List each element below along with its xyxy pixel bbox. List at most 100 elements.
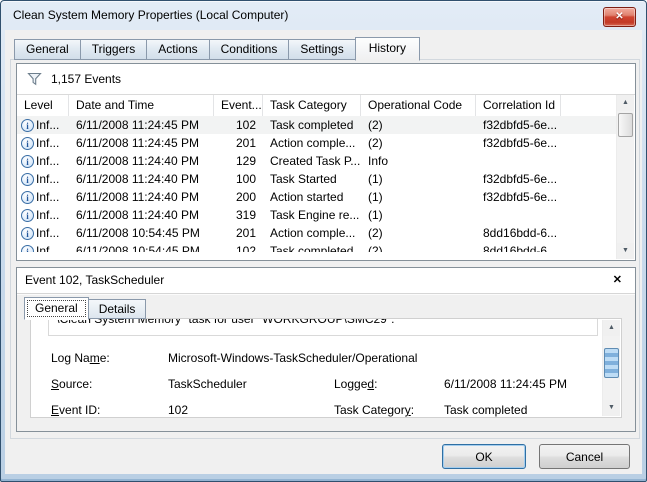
- detail-tab-details[interactable]: Details: [88, 299, 147, 319]
- column-header-task-category[interactable]: Task Category: [263, 95, 361, 116]
- log-name-label: Log Name:: [51, 345, 110, 371]
- event-opcode-cell: (2): [361, 134, 476, 152]
- event-datetime-cell: 6/11/2008 11:24:40 PM: [69, 206, 214, 224]
- event-category-cell: Task Engine re...: [263, 206, 361, 224]
- detail-scroll-down-icon[interactable]: ▼: [603, 400, 620, 416]
- event-opcode-cell: (2): [361, 116, 476, 134]
- event-row[interactable]: iInf... 6/11/2008 10:54:45 PM 102 Task c…: [17, 242, 617, 252]
- events-list-header: Level Date and Time Event... Task Catego…: [17, 95, 617, 116]
- event-correlation-cell: 8dd16bdd-6...: [476, 242, 561, 252]
- detail-tab-general[interactable]: General: [24, 297, 89, 320]
- event-level-text: Inf...: [36, 224, 59, 242]
- logged-label: Logged:: [334, 371, 377, 397]
- tab-settings[interactable]: Settings: [288, 39, 355, 60]
- task-category-value: Task completed: [444, 397, 527, 423]
- tab-triggers[interactable]: Triggers: [80, 39, 148, 60]
- event-row[interactable]: iInf... 6/11/2008 11:24:45 PM 102 Task c…: [17, 116, 617, 134]
- events-scrollbar[interactable]: ▲ ▼: [616, 95, 634, 259]
- event-category-cell: Created Task P...: [263, 152, 361, 170]
- column-header-correlation-id[interactable]: Correlation Id: [476, 95, 561, 116]
- scroll-down-icon[interactable]: ▼: [617, 243, 634, 259]
- scroll-up-icon[interactable]: ▲: [617, 95, 634, 111]
- event-datetime-cell: 6/11/2008 11:24:40 PM: [69, 152, 214, 170]
- tab-history[interactable]: History: [355, 37, 420, 61]
- detail-row-eventid-category: Event ID: 102 Task Category: Task comple…: [51, 397, 591, 423]
- event-id-label: Event ID:: [51, 397, 100, 423]
- dialog-window: Clean System Memory Properties (Local Co…: [0, 0, 647, 482]
- close-icon: ✕: [604, 9, 635, 25]
- ok-button[interactable]: OK: [442, 444, 526, 469]
- event-detail-general-content: "\Clean System Memory" task for user "WO…: [30, 318, 622, 418]
- event-row[interactable]: iInf... 6/11/2008 11:24:40 PM 100 Task S…: [17, 170, 617, 188]
- event-id-value: 102: [168, 397, 188, 423]
- close-button[interactable]: ✕: [603, 7, 636, 27]
- event-category-cell: Action comple...: [263, 134, 361, 152]
- event-correlation-cell: f32dbfd5-6e...: [476, 188, 561, 206]
- detail-close-icon[interactable]: ✕: [613, 268, 622, 293]
- tab-label: General: [26, 42, 69, 56]
- dialog-client-area: General Triggers Actions Conditions Sett…: [5, 30, 642, 474]
- column-header-date-and-time[interactable]: Date and Time: [69, 95, 214, 116]
- event-id-cell: 129: [214, 152, 263, 170]
- column-header-event-id[interactable]: Event...: [214, 95, 263, 116]
- event-correlation-cell: f32dbfd5-6e...: [476, 134, 561, 152]
- events-panel: 1,157 Events Level Date and Time Event..…: [16, 63, 636, 261]
- events-scroll-thumb[interactable]: [618, 113, 633, 137]
- event-detail-title: Event 102, TaskScheduler: [25, 268, 164, 293]
- event-row[interactable]: iInf... 6/11/2008 11:24:40 PM 200 Action…: [17, 188, 617, 206]
- information-icon: i: [21, 245, 34, 253]
- event-row[interactable]: iInf... 6/11/2008 11:24:45 PM 201 Action…: [17, 134, 617, 152]
- event-id-cell: 102: [214, 116, 263, 134]
- information-icon: i: [21, 173, 34, 186]
- information-icon: i: [21, 227, 34, 240]
- detail-scrollbar[interactable]: ▲ ▼: [602, 320, 620, 416]
- event-row[interactable]: iInf... 6/11/2008 11:24:40 PM 319 Task E…: [17, 206, 617, 224]
- detail-scroll-thumb[interactable]: [604, 348, 619, 378]
- column-header-filler: [561, 95, 617, 116]
- tab-label: Triggers: [92, 42, 136, 56]
- event-id-cell: 201: [214, 134, 263, 152]
- event-correlation-cell: [476, 152, 561, 170]
- event-datetime-cell: 6/11/2008 11:24:45 PM: [69, 134, 214, 152]
- event-opcode-cell: (1): [361, 206, 476, 224]
- event-detail-pane: Event 102, TaskScheduler ✕ General Detai…: [16, 267, 636, 432]
- event-category-cell: Task completed: [263, 116, 361, 134]
- tab-conditions[interactable]: Conditions: [209, 39, 290, 60]
- event-level-text: Inf...: [36, 134, 59, 152]
- event-correlation-cell: f32dbfd5-6e...: [476, 170, 561, 188]
- event-opcode-cell: Info: [361, 152, 476, 170]
- event-datetime-cell: 6/11/2008 11:24:40 PM: [69, 170, 214, 188]
- cancel-button[interactable]: Cancel: [539, 444, 630, 469]
- tab-label: Actions: [158, 42, 197, 56]
- filter-funnel-icon: [27, 72, 42, 86]
- detail-tab-strip: General Details: [24, 297, 145, 319]
- event-opcode-cell: (2): [361, 242, 476, 252]
- event-row[interactable]: iInf... 6/11/2008 11:24:40 PM 129 Create…: [17, 152, 617, 170]
- tab-actions[interactable]: Actions: [146, 39, 209, 60]
- logged-value: 6/11/2008 11:24:45 PM: [444, 371, 567, 397]
- column-header-level[interactable]: Level: [17, 95, 69, 116]
- column-header-operational-code[interactable]: Operational Code: [361, 95, 476, 116]
- event-level-cell: iInf...: [17, 170, 69, 188]
- task-category-label: Task Category:: [334, 397, 414, 423]
- event-detail-header: Event 102, TaskScheduler ✕: [17, 268, 635, 294]
- event-datetime-cell: 6/11/2008 11:24:40 PM: [69, 188, 214, 206]
- tab-label: Settings: [300, 42, 343, 56]
- detail-row-log-name: Log Name: Microsoft-Windows-TaskSchedule…: [51, 345, 591, 371]
- event-level-text: Inf...: [36, 206, 59, 224]
- event-category-cell: Action comple...: [263, 224, 361, 242]
- events-filter-bar: 1,157 Events: [17, 64, 635, 95]
- event-description-box[interactable]: "\Clean System Memory" task for user "WO…: [48, 319, 598, 336]
- tab-general[interactable]: General: [14, 39, 81, 60]
- source-label: Source:: [51, 371, 92, 397]
- detail-tab-label: Details: [99, 302, 136, 316]
- detail-scroll-up-icon[interactable]: ▲: [603, 320, 620, 336]
- event-row[interactable]: iInf... 6/11/2008 10:54:45 PM 201 Action…: [17, 224, 617, 242]
- event-level-cell: iInf...: [17, 242, 69, 252]
- event-level-cell: iInf...: [17, 188, 69, 206]
- event-datetime-cell: 6/11/2008 10:54:45 PM: [69, 242, 214, 252]
- event-level-cell: iInf...: [17, 134, 69, 152]
- event-id-cell: 200: [214, 188, 263, 206]
- event-datetime-cell: 6/11/2008 11:24:45 PM: [69, 116, 214, 134]
- titlebar[interactable]: Clean System Memory Properties (Local Co…: [1, 1, 646, 30]
